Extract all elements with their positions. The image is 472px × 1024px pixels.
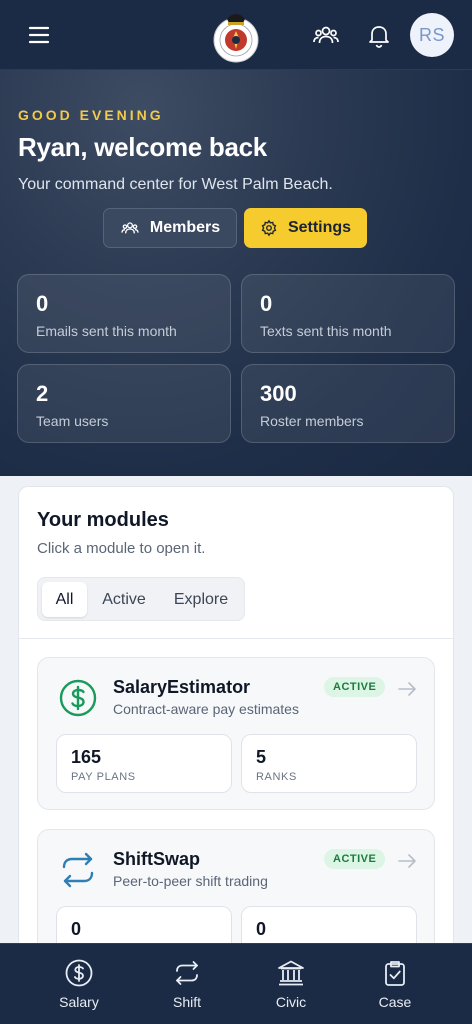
arrow-right-icon <box>396 678 418 700</box>
module-stat-label: PAY PLANS <box>71 771 136 783</box>
stat-card-team-users: 2 Team users <box>17 364 231 443</box>
bottom-navigation: Salary Shift Civic Case <box>0 943 472 1024</box>
nav-item-civic[interactable]: Civic <box>251 944 331 1024</box>
top-bar: RS <box>0 0 472 70</box>
clipboard-check-icon <box>385 961 405 986</box>
swap-arrows-icon <box>58 850 98 890</box>
dollar-circle-icon <box>65 959 93 987</box>
hero-subtitle: Your command center for West Palm Beach. <box>18 176 333 193</box>
gear-icon <box>261 219 277 237</box>
settings-button[interactable]: Settings <box>244 208 367 248</box>
module-stat-value: 0 <box>71 919 82 939</box>
civic-building-icon <box>278 960 304 986</box>
stat-card-roster-members: 300 Roster members <box>241 364 455 443</box>
module-card-salary-estimator[interactable]: SalaryEstimator Contract-aware pay estim… <box>37 657 435 810</box>
tab-all[interactable]: All <box>42 582 87 617</box>
nav-label: Case <box>378 994 412 1010</box>
modules-subtitle: Click a module to open it. <box>37 540 206 557</box>
nav-label: Civic <box>275 994 307 1010</box>
module-name: ShiftSwap <box>113 849 201 869</box>
hero-section: GOOD EVENING Ryan, welcome back Your com… <box>0 70 472 476</box>
members-button-label: Members <box>149 219 221 236</box>
tab-active[interactable]: Active <box>91 582 157 617</box>
users-icon <box>121 222 139 234</box>
users-icon[interactable] <box>311 20 341 50</box>
stat-value: 2 <box>36 381 49 406</box>
tab-explore[interactable]: Explore <box>161 582 241 617</box>
status-badge: ACTIVE <box>324 849 386 869</box>
union-seal-logo[interactable] <box>211 7 261 63</box>
dollar-circle-icon <box>58 678 98 718</box>
stat-value: 0 <box>36 291 49 316</box>
greeting-label: GOOD EVENING <box>18 107 164 123</box>
nav-item-shift[interactable]: Shift <box>147 944 227 1024</box>
module-stat-value: 0 <box>256 919 267 939</box>
swap-arrows-icon <box>176 961 198 985</box>
welcome-heading: Ryan, welcome back <box>18 132 267 162</box>
stat-card-emails: 0 Emails sent this month <box>17 274 231 353</box>
stat-label: Texts sent this month <box>260 323 392 339</box>
members-button[interactable]: Members <box>103 208 237 248</box>
arrow-right-icon <box>396 850 418 872</box>
stat-value: 300 <box>260 381 297 406</box>
module-description: Contract-aware pay estimates <box>113 701 299 717</box>
module-stat-value: 5 <box>256 747 267 767</box>
stat-label: Emails sent this month <box>36 323 177 339</box>
status-badge: ACTIVE <box>324 677 386 697</box>
module-name: SalaryEstimator <box>113 677 251 697</box>
module-description: Peer-to-peer shift trading <box>113 873 268 889</box>
divider <box>19 638 453 639</box>
module-stat-value: 165 <box>71 747 102 767</box>
stat-card-texts: 0 Texts sent this month <box>241 274 455 353</box>
module-stat-label: RANKS <box>256 771 297 783</box>
settings-button-label: Settings <box>287 219 352 236</box>
nav-label: Salary <box>59 994 99 1010</box>
nav-item-salary[interactable]: Salary <box>39 944 119 1024</box>
stat-label: Team users <box>36 413 109 429</box>
bell-icon[interactable] <box>364 20 394 50</box>
module-filter-tabs: All Active Explore <box>37 577 245 621</box>
stat-value: 0 <box>260 291 273 316</box>
module-stat-pay-plans: 165 PAY PLANS <box>56 734 232 793</box>
nav-item-case[interactable]: Case <box>355 944 435 1024</box>
nav-label: Shift <box>172 994 201 1010</box>
user-avatar[interactable]: RS <box>410 13 454 57</box>
stat-label: Roster members <box>260 413 364 429</box>
module-stat-ranks: 5 RANKS <box>241 734 417 793</box>
modules-title: Your modules <box>37 509 169 531</box>
hamburger-menu-icon[interactable] <box>22 20 56 50</box>
